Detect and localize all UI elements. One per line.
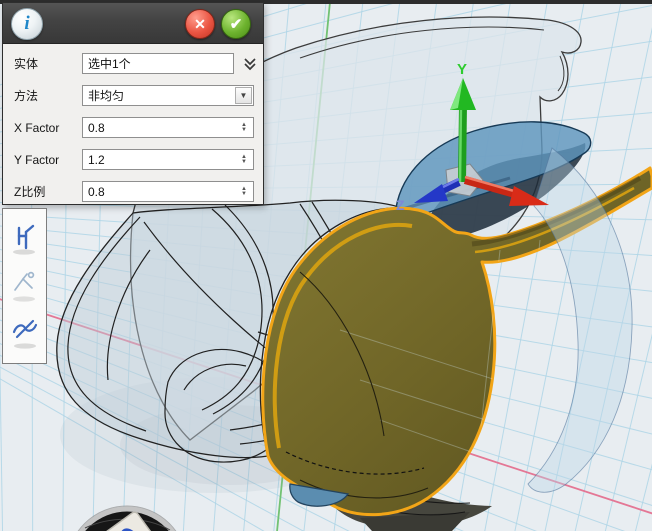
info-icon: i — [11, 8, 43, 40]
fit-curve-tool-button[interactable] — [8, 313, 42, 353]
scale-dialog: i ✕ ✔ 实体 方法 ▼ — [2, 2, 264, 205]
application-window: Y Z i ✕ ✔ — [0, 0, 652, 531]
y-axis-label: Y — [457, 61, 467, 78]
method-label: 方法 — [14, 87, 82, 104]
z-scale-spinner[interactable]: ▲▼ — [238, 182, 250, 201]
measure-angle-tool-button[interactable] — [8, 266, 42, 306]
fit-curve-icon — [10, 316, 40, 350]
y-factor-spinner[interactable]: ▲▼ — [238, 150, 250, 169]
origin-logo-badge — [67, 506, 187, 531]
x-factor-input[interactable] — [83, 118, 253, 137]
z-scale-input[interactable] — [83, 182, 253, 201]
dialog-titlebar: i ✕ ✔ — [3, 3, 263, 44]
match-constraint-icon — [10, 222, 40, 256]
match-constraint-tool-button[interactable] — [8, 219, 42, 259]
dropdown-arrow-icon[interactable]: ▼ — [235, 87, 252, 104]
y-factor-field[interactable]: ▲▼ — [82, 149, 254, 170]
double-chevron-down-icon[interactable] — [242, 56, 258, 72]
x-factor-field[interactable]: ▲▼ — [82, 117, 254, 138]
entity-field[interactable] — [82, 53, 234, 74]
entity-row: 实体 — [14, 53, 254, 74]
cancel-button[interactable]: ✕ — [185, 9, 215, 39]
measure-angle-icon — [10, 269, 40, 303]
x-factor-spinner[interactable]: ▲▼ — [238, 118, 250, 137]
y-factor-input[interactable] — [83, 150, 253, 169]
z-scale-field[interactable]: ▲▼ — [82, 181, 254, 202]
method-row: 方法 ▼ — [14, 85, 254, 106]
entity-label: 实体 — [14, 55, 82, 72]
y-factor-label: Y Factor — [14, 153, 82, 167]
y-factor-row: Y Factor ▲▼ — [14, 149, 254, 170]
x-factor-row: X Factor ▲▼ — [14, 117, 254, 138]
z-scale-row: Z比例 ▲▼ — [14, 181, 254, 202]
entity-input[interactable] — [83, 54, 233, 73]
side-toolbar — [2, 208, 47, 364]
method-dropdown[interactable]: ▼ — [82, 85, 254, 106]
method-value[interactable] — [83, 86, 253, 105]
z-axis-label: Z — [396, 197, 405, 213]
confirm-button[interactable]: ✔ — [221, 9, 251, 39]
x-factor-label: X Factor — [14, 121, 82, 135]
z-scale-label: Z比例 — [14, 183, 82, 200]
